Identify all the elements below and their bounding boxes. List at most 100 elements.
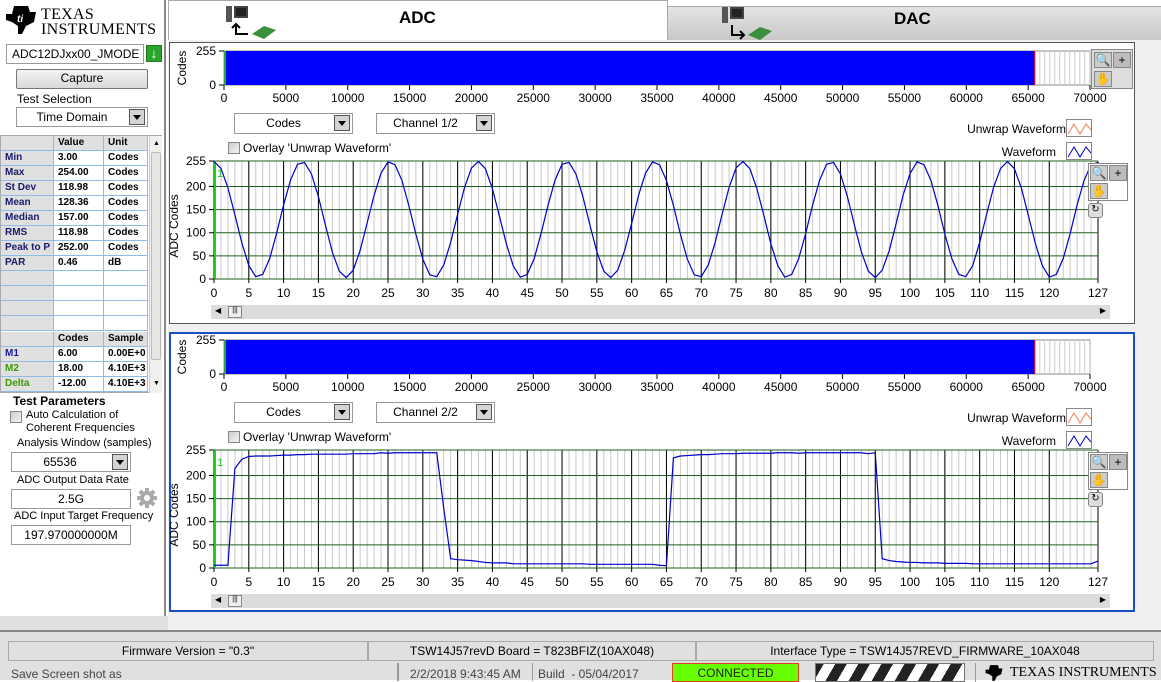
chevron-down-icon[interactable] [476,404,492,420]
scroll-right-icon[interactable]: ▶ [1100,595,1106,604]
x-tick-label: 0 [221,91,228,105]
x-tick-label: 55 [590,286,604,300]
x-tick-label: 25000 [517,380,551,394]
svg-text:ti: ti [17,14,23,25]
waveform-scrollbar-2[interactable]: ◀ ||| ▶ [211,594,1110,608]
chevron-down-icon[interactable] [334,404,350,420]
stat-unit: Codes [104,226,148,241]
auto-calc-checkbox[interactable] [10,411,22,423]
x-tick-label: 35000 [640,91,674,105]
gear-icon[interactable] [136,487,158,509]
x-tick-label: 55000 [888,380,922,394]
waveform-chart-2[interactable]: 10 5 10 15 20 25 30 35 40 45 50 55 60 65 70 75 80 85 90 95 1… [170,440,1110,595]
x-tick-label: 20000 [455,380,489,394]
scroll-thumb[interactable] [151,152,161,360]
overview-chart-1[interactable]: 0 5000 10000 15000 20000 25000 30000 35000 40000… [170,43,1136,123]
marker-codes: 18.00 [54,362,104,377]
x-tick-label: 90 [834,575,848,589]
x-tick-label: 5 [245,575,252,589]
reset-zoom-icon[interactable]: ↻ [1088,203,1103,218]
y-tick-label: 150 [186,203,206,217]
scroll-right-icon[interactable]: ▶ [1100,306,1106,315]
waveform-chart-1[interactable]: 10 5 10 15 20 25 30 35 40 45 50 55 60 65 70 75 80 85 90 95 1… [170,151,1110,306]
stats-scrollbar[interactable]: ▲ ▼ [149,136,162,393]
y-tick-label: 255 [186,443,206,457]
graph-palette-2: 🔍 + ✋ [1088,452,1128,490]
overview-fill-bar [224,51,1035,85]
y-tick-label: 100 [186,515,206,529]
marker-sample: 4.10E+3 [104,377,148,392]
stat-unit: Codes [104,196,148,211]
marker-row: M1 6.00 0.00E+0 [1,347,148,362]
target-freq-field[interactable]: 197.970000000M [11,525,131,545]
x-tick-label: 5000 [273,380,300,394]
reset-zoom-icon[interactable]: ↻ [1088,492,1103,507]
unit-select-2[interactable]: Codes [234,402,353,423]
channel-select-1[interactable]: Channel 1/2 [376,113,495,134]
chevron-down-icon[interactable] [476,115,492,131]
pan-hand-icon[interactable]: ✋ [1090,183,1108,199]
scroll-down-icon[interactable]: ▼ [153,380,160,387]
y-tick-label: 50 [193,249,207,263]
tab-adc[interactable]: ADC [168,0,668,40]
pan-hand-icon[interactable]: ✋ [1094,71,1112,87]
chevron-down-icon[interactable] [129,109,145,125]
test-selection-select[interactable]: Time Domain [16,107,148,127]
y-axis-label: Codes [175,51,189,86]
stats-row: Max 254.00 Codes [1,166,148,181]
unit-select-1[interactable]: Codes [234,113,353,134]
scroll-thumb[interactable]: ||| [228,306,242,318]
connection-status-badge: CONNECTED [672,663,799,682]
x-tick-label: 127 [1088,286,1108,300]
pan-hand-icon[interactable]: ✋ [1090,472,1108,488]
stats-row: Median 157.00 Codes [1,211,148,226]
cursor-plus-icon[interactable]: + [1109,454,1127,470]
zoom-icon[interactable]: 🔍 [1094,52,1112,68]
stat-value: 252.00 [54,241,104,256]
x-tick-label: 5 [245,286,252,300]
x-tick-label: 30000 [578,380,612,394]
x-tick-label: 60000 [950,380,984,394]
stat-value: 118.98 [54,181,104,196]
x-tick-label: 75 [729,286,743,300]
zoom-icon[interactable]: 🔍 [1090,165,1108,181]
x-tick-label: 25000 [517,91,551,105]
scroll-up-icon[interactable]: ▲ [153,140,160,147]
load-arrow-button[interactable]: ↓ [146,45,162,62]
data-rate-field[interactable]: 2.5G [11,489,131,509]
cursor-plus-icon[interactable]: + [1113,52,1131,68]
capture-button[interactable]: Capture [16,69,148,89]
chevron-down-icon[interactable] [112,454,128,470]
stats-row: Peak to P 252.00 Codes [1,241,148,256]
stat-name: PAR [1,256,54,271]
analysis-window-label: Analysis Window (samples) [17,437,152,449]
stats-row-empty [1,286,148,301]
zoom-icon[interactable]: 🔍 [1090,454,1108,470]
legend-unwrap-swatch[interactable] [1066,119,1092,137]
stat-unit: Codes [104,166,148,181]
waveform-scrollbar-1[interactable]: ◀ ||| ▶ [211,305,1110,319]
y-axis-label: ADC Codes [170,483,181,546]
stat-name: St Dev [1,181,54,196]
x-tick-label: 35 [451,575,465,589]
busy-indicator [815,663,965,682]
chevron-down-icon[interactable] [334,115,350,131]
analysis-window-select[interactable]: 65536 [11,452,131,472]
x-tick-label: 0 [221,380,228,394]
channel-select-2[interactable]: Channel 2/2 [376,402,495,423]
device-field[interactable]: ADC12DJxx00_JMODE [6,44,144,64]
cursor-plus-icon[interactable]: + [1109,165,1127,181]
sidebar-divider [164,0,166,630]
scroll-left-icon[interactable]: ◀ [215,595,221,604]
y-tick-label: 0 [209,78,216,92]
y-tick-label: 0 [199,561,206,575]
scroll-left-icon[interactable]: ◀ [215,306,221,315]
x-tick-label: 0 [211,286,218,300]
stat-unit: Codes [104,241,148,256]
legend-unwrap-swatch[interactable] [1066,408,1092,426]
tab-dac[interactable]: DAC [668,6,1161,40]
scroll-thumb[interactable]: ||| [228,595,242,607]
overview-chart-2[interactable]: 0 5000 10000 15000 20000 25000 30000 35000 40000… [170,332,1136,412]
x-tick-label: 70 [695,575,709,589]
save-screenshot-label[interactable]: Save Screen shot as [11,667,122,681]
